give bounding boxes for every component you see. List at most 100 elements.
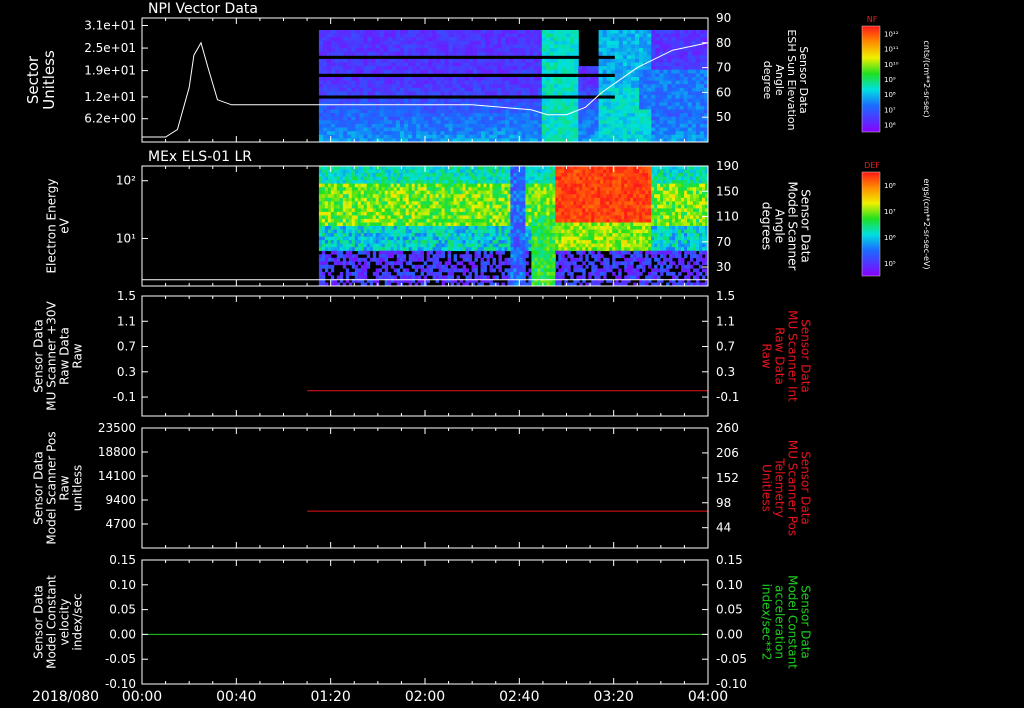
- heat-cell: [384, 229, 389, 234]
- heat-cell: [659, 127, 664, 132]
- heat-cell: [367, 127, 373, 132]
- heat-cell: [513, 201, 517, 206]
- heat-cell: [468, 51, 474, 56]
- heat-cell: [528, 222, 532, 227]
- heat-cell: [671, 113, 677, 118]
- heat-cell: [359, 33, 364, 38]
- heat-cell: [428, 80, 433, 85]
- heat-cell: [371, 40, 377, 45]
- heat-cell: [671, 120, 677, 125]
- heat-cell: [429, 176, 433, 181]
- heat-cell: [537, 218, 541, 223]
- heat-cell: [424, 120, 429, 125]
- heat-cell: [675, 87, 681, 92]
- heat-cell: [396, 226, 401, 230]
- heat-cell: [435, 180, 439, 184]
- heat-cell: [622, 33, 628, 38]
- heat-cell: [667, 33, 673, 38]
- heat-cell: [360, 208, 365, 213]
- heat-cell: [339, 127, 344, 132]
- heat-cell: [412, 66, 417, 71]
- heat-cell: [318, 173, 323, 177]
- heat-cell: [399, 254, 404, 259]
- heat-cell: [387, 254, 392, 259]
- heat-cell: [351, 254, 356, 259]
- heat-cell: [691, 98, 697, 103]
- heat-cell: [408, 243, 413, 248]
- heat-cell: [501, 98, 506, 103]
- heat-cell: [456, 87, 462, 92]
- heat-cell: [643, 48, 648, 53]
- heat-cell: [440, 66, 446, 71]
- heat-cell: [574, 116, 579, 121]
- heat-cell: [574, 105, 579, 110]
- heat-cell: [521, 37, 527, 42]
- heat-cell: [375, 176, 380, 181]
- heat-cell: [504, 257, 508, 262]
- heat-cell: [501, 201, 505, 206]
- heat-cell: [510, 218, 514, 223]
- heat-cell: [610, 127, 616, 132]
- heat-cell: [471, 264, 475, 269]
- heat-cell: [456, 69, 462, 74]
- heat-cell: [540, 233, 544, 237]
- heat-cell: [474, 187, 478, 192]
- heat-cell: [440, 33, 446, 38]
- heat-cell: [327, 87, 332, 92]
- heat-cell: [399, 183, 404, 188]
- heat-cell: [647, 116, 652, 121]
- heat-cell: [477, 33, 482, 38]
- heat-cell: [683, 80, 689, 85]
- heat-cell: [699, 77, 705, 82]
- heat-cell: [347, 66, 352, 71]
- heat-cell: [462, 197, 466, 202]
- heat-cell: [391, 120, 397, 125]
- heat-cell: [343, 66, 348, 71]
- heat-cell: [399, 30, 405, 35]
- heat-cell: [521, 116, 527, 121]
- heat-cell: [339, 176, 344, 181]
- heat-cell: [417, 254, 422, 259]
- heat-cell: [570, 120, 575, 125]
- heat-cell: [330, 204, 335, 209]
- heat-cell: [450, 194, 454, 199]
- heat-cell: [570, 134, 575, 139]
- heat-cell: [691, 91, 697, 96]
- heat-cell: [324, 190, 329, 195]
- heat-cell: [492, 233, 496, 237]
- heat-cell: [483, 176, 487, 181]
- heat-cell: [513, 134, 518, 139]
- heat-cell: [322, 40, 328, 45]
- heat-cell: [699, 131, 705, 136]
- heat-cell: [529, 40, 535, 45]
- heat-cell: [452, 120, 458, 125]
- heat-cell: [426, 173, 430, 177]
- heat-cell: [679, 30, 685, 35]
- heat-cell: [545, 109, 551, 114]
- heat-cell: [534, 243, 538, 248]
- heat-cell: [411, 254, 416, 259]
- heat-cell: [459, 261, 463, 266]
- heat-cell: [516, 208, 520, 213]
- heat-cell: [429, 211, 433, 216]
- heat-cell: [345, 215, 350, 220]
- heat-cell: [497, 48, 502, 53]
- heat-cell: [402, 275, 407, 280]
- heat-cell: [333, 226, 338, 230]
- heat-cell: [522, 254, 526, 259]
- heat-cell: [545, 62, 551, 67]
- heat-cell: [322, 30, 328, 35]
- heat-cell: [504, 190, 508, 195]
- heat-cell: [366, 208, 371, 213]
- heat-cell: [381, 264, 386, 269]
- heat-cell: [363, 268, 368, 273]
- heat-cell: [399, 218, 404, 223]
- heat-cell: [359, 37, 364, 42]
- heat-cell: [582, 69, 587, 74]
- heat-cell: [594, 131, 600, 136]
- heat-cell: [440, 127, 446, 132]
- heat-cell: [379, 51, 385, 56]
- heat-cell: [578, 80, 583, 85]
- heat-cell: [324, 254, 329, 259]
- heat-cell: [330, 176, 335, 181]
